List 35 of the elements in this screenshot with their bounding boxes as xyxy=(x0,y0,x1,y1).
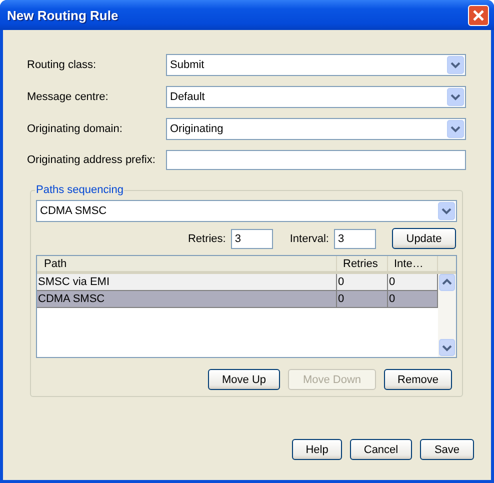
table-cell[interactable]: 0 xyxy=(337,274,388,291)
retries-label: Retries: xyxy=(188,232,226,244)
table-cell[interactable]: CDMA SMSC xyxy=(37,291,337,308)
retries-field[interactable]: 3 xyxy=(230,228,273,248)
dropdown[interactable]: CDMA SMSC xyxy=(36,200,457,222)
field-label: Originating address prefix: xyxy=(27,154,156,166)
dialog-button[interactable]: Help xyxy=(292,439,342,460)
column-header[interactable]: Path xyxy=(37,256,337,274)
interval-field[interactable]: 3 xyxy=(334,228,376,248)
dropdown[interactable]: Default xyxy=(166,86,466,108)
dropdown[interactable]: Originating xyxy=(166,118,466,140)
header-corner xyxy=(438,256,456,274)
input-field[interactable] xyxy=(166,150,466,170)
field-label: Originating domain: xyxy=(27,123,124,135)
table-cell[interactable]: 0 xyxy=(388,291,438,308)
scroll-down-icon[interactable] xyxy=(439,339,455,356)
group-title: Paths sequencing xyxy=(35,184,124,196)
close-button[interactable] xyxy=(468,4,489,26)
update-button[interactable]: Update xyxy=(392,228,456,249)
action-button[interactable]: Move Up xyxy=(208,369,280,390)
window-title: New Routing Rule xyxy=(7,8,120,22)
scroll-up-icon[interactable] xyxy=(439,274,455,291)
action-button[interactable]: Remove xyxy=(384,369,452,390)
field-label: Message centre: xyxy=(27,91,110,103)
scrollbar[interactable] xyxy=(438,274,456,357)
field-label: Routing class: xyxy=(27,59,98,71)
interval-label: Interval: xyxy=(290,232,329,244)
dropdown[interactable]: Submit xyxy=(166,54,466,76)
dialog-button[interactable]: Save xyxy=(420,439,474,460)
column-header[interactable]: Inte… xyxy=(388,256,438,274)
column-header[interactable]: Retries xyxy=(337,256,388,274)
table-cell[interactable]: 0 xyxy=(388,274,438,291)
table-cell[interactable]: 0 xyxy=(337,291,388,308)
dialog-button[interactable]: Cancel xyxy=(350,439,412,460)
table-cell[interactable]: SMSC via EMI xyxy=(37,274,337,291)
